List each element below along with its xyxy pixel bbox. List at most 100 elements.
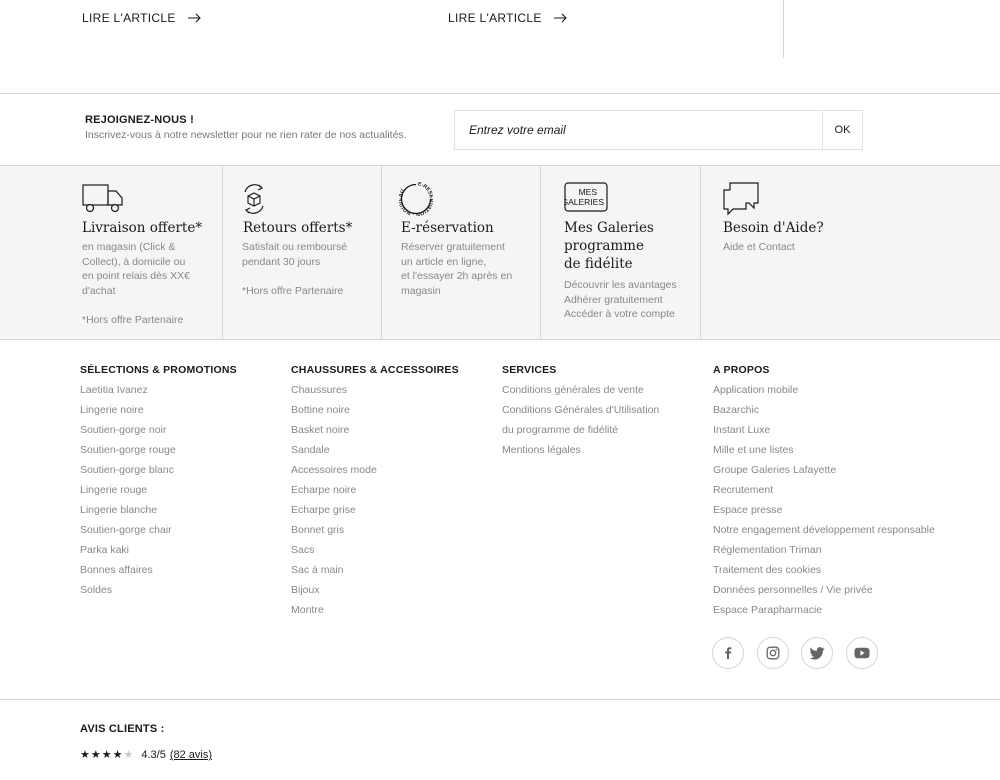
facebook-button[interactable] (712, 637, 744, 669)
footer-link[interactable]: Echarpe grise (291, 504, 459, 524)
footer-link[interactable]: Soldes (80, 584, 237, 604)
instagram-icon (766, 646, 779, 660)
service-text: Satisfait ou remboursé pendant 30 jours … (242, 241, 348, 297)
footer-link[interactable]: Bijoux (291, 584, 459, 604)
newsletter-submit-button[interactable]: OK (822, 111, 862, 149)
footer-link[interactable]: Lingerie blanche (80, 504, 237, 524)
footer-link[interactable]: Sacs (291, 544, 459, 564)
footer-link[interactable]: Mentions légales (502, 444, 659, 464)
service-loyalty[interactable]: MES GALERIES Mes Galeries programme de f… (541, 166, 701, 340)
footer-link[interactable]: Réglementation Triman (713, 544, 935, 564)
footer-link[interactable]: Bazarchic (713, 404, 935, 424)
newsletter-title: REJOIGNEZ-NOUS ! (85, 114, 194, 126)
facebook-icon (725, 647, 732, 659)
service-returns[interactable]: Retours offerts* Satisfait ou remboursé … (223, 166, 382, 340)
star-empty-icon: ★ (123, 748, 134, 761)
footer-links: SÉLECTIONS & PROMOTIONS Laetitia Ivanez Li… (0, 340, 1000, 700)
services-band: Livraison offerte* en magasin (Click & C… (0, 166, 1000, 340)
footer-link[interactable]: Chaussures (291, 384, 459, 404)
footer-link[interactable]: Basket noire (291, 424, 459, 444)
truck-icon (82, 184, 123, 213)
star-filled-icon: ★ (112, 748, 123, 761)
footer-link[interactable]: Laetitia Ivanez (80, 384, 237, 404)
svg-text:MES: MES (579, 187, 598, 197)
arrow-right-icon (187, 13, 201, 23)
email-input[interactable] (455, 111, 822, 149)
service-delivery[interactable]: Livraison offerte* en magasin (Click & C… (0, 166, 223, 340)
footer-link[interactable]: Conditions générales de vente (502, 384, 659, 404)
footer-link[interactable]: Mille et une listes (713, 444, 935, 464)
footer-link[interactable]: Soutien-gorge blanc (80, 464, 237, 484)
reviews-count-link[interactable]: (82 avis) (170, 749, 212, 761)
service-title: Besoin d'Aide? (723, 220, 824, 236)
footer-link[interactable]: du programme de fidélité (502, 424, 659, 444)
svg-text:E-RESERVATION · NOUVEAU: E-RESERVATION · NOUVEAU (399, 182, 433, 216)
footer-column-about: A PROPOS Application mobile Bazarchic Insta… (713, 364, 935, 624)
footer-column-selections: SÉLECTIONS & PROMOTIONS Laetitia Ivanez Li… (80, 364, 237, 604)
footer-link[interactable]: Notre engagement développement responsab… (713, 524, 935, 544)
footer-link[interactable]: Instant Luxe (713, 424, 935, 444)
footer-link[interactable]: Parka kaki (80, 544, 237, 564)
service-title: Mes Galeries programme de fidélite (564, 220, 654, 272)
service-text: en magasin (Click & Collect), à domicile… (82, 241, 190, 326)
reviews-title: AVIS CLIENTS : (80, 723, 165, 735)
instagram-button[interactable] (756, 637, 789, 669)
return-box-icon (244, 184, 264, 214)
footer-link[interactable]: Sac à main (291, 564, 459, 584)
footer-link[interactable]: Montre (291, 604, 459, 624)
footer-link[interactable]: Groupe Galeries Lafayette (713, 464, 935, 484)
footer-link[interactable]: Echarpe noire (291, 484, 459, 504)
footer-link[interactable]: Soutien-gorge noir (80, 424, 237, 444)
footer-link[interactable]: Soutien-gorge chair (80, 524, 237, 544)
svg-text:GALERIES: GALERIES (564, 197, 604, 207)
newsletter-form: OK (454, 110, 863, 150)
footer-link[interactable]: Bonnet gris (291, 524, 459, 544)
footer-link[interactable]: Bottine noire (291, 404, 459, 424)
footer-link[interactable]: Accessoires mode (291, 464, 459, 484)
footer-link[interactable]: Espace Parapharmacie (713, 604, 935, 624)
footer-link[interactable]: Données personnelles / Vie privée (713, 584, 935, 604)
footer-link[interactable]: Soutien-gorge rouge (80, 444, 237, 464)
chat-bubbles-icon (723, 182, 759, 216)
service-text: Réserver gratuitement un article en lign… (401, 241, 513, 297)
footer-column-shoes: CHAUSSURES & ACCESSOIRES Chaussures Bottin… (291, 364, 459, 624)
footer-link[interactable]: Lingerie rouge (80, 484, 237, 504)
footer-column-title: A PROPOS (713, 364, 770, 376)
footer-column-title: SERVICES (502, 364, 557, 376)
footer-link[interactable]: Traitement des cookies (713, 564, 935, 584)
reviews-summary: ★ ★ ★ ★ ★ 4.3/5 (82 avis) (80, 749, 212, 761)
service-title: Livraison offerte* (82, 220, 203, 236)
footer-column-services: SERVICES Conditions générales de vente Con… (502, 364, 659, 464)
rating-value: 4.3/5 (141, 749, 166, 761)
social-links (712, 637, 890, 669)
service-text: Aide et Contact (723, 241, 795, 253)
footer-link[interactable]: Espace presse (713, 504, 935, 524)
service-title: Retours offerts* (243, 220, 353, 236)
star-filled-icon: ★ (101, 748, 112, 761)
article-strip: LIRE L'ARTICLE LIRE L'ARTICLE (0, 0, 1000, 94)
newsletter-section: REJOIGNEZ-NOUS ! Inscrivez-vous à notre … (0, 94, 1000, 166)
read-article-link-1[interactable]: LIRE L'ARTICLE (82, 11, 201, 25)
footer-column-title: CHAUSSURES & ACCESSOIRES (291, 364, 459, 376)
read-article-label: LIRE L'ARTICLE (448, 11, 542, 25)
customer-reviews: AVIS CLIENTS : ★ ★ ★ ★ ★ 4.3/5 (82 avis) (0, 700, 1000, 780)
read-article-link-2[interactable]: LIRE L'ARTICLE (448, 11, 567, 25)
youtube-button[interactable] (845, 637, 878, 669)
service-ereservation[interactable]: E-RESERVATION · NOUVEAU E-réservation Ré… (382, 166, 541, 340)
footer-link[interactable]: Recrutement (713, 484, 935, 504)
twitter-icon (809, 646, 824, 659)
footer-link[interactable]: Sandale (291, 444, 459, 464)
reservation-icon: E-RESERVATION · NOUVEAU (399, 182, 433, 216)
service-title: E-réservation (401, 220, 494, 236)
service-help[interactable]: Besoin d'Aide? Aide et Contact (701, 166, 1000, 340)
footer-link[interactable]: Bonnes affaires (80, 564, 237, 584)
arrow-right-icon (553, 13, 567, 23)
footer-link[interactable]: Application mobile (713, 384, 935, 404)
twitter-button[interactable] (801, 637, 833, 669)
youtube-icon (854, 647, 869, 659)
mes-galeries-icon: MES GALERIES (564, 182, 608, 212)
read-article-label: LIRE L'ARTICLE (82, 11, 176, 25)
footer-link[interactable]: Lingerie noire (80, 404, 237, 424)
column-divider (783, 0, 784, 58)
footer-link[interactable]: Conditions Générales d'Utilisation (502, 404, 659, 424)
